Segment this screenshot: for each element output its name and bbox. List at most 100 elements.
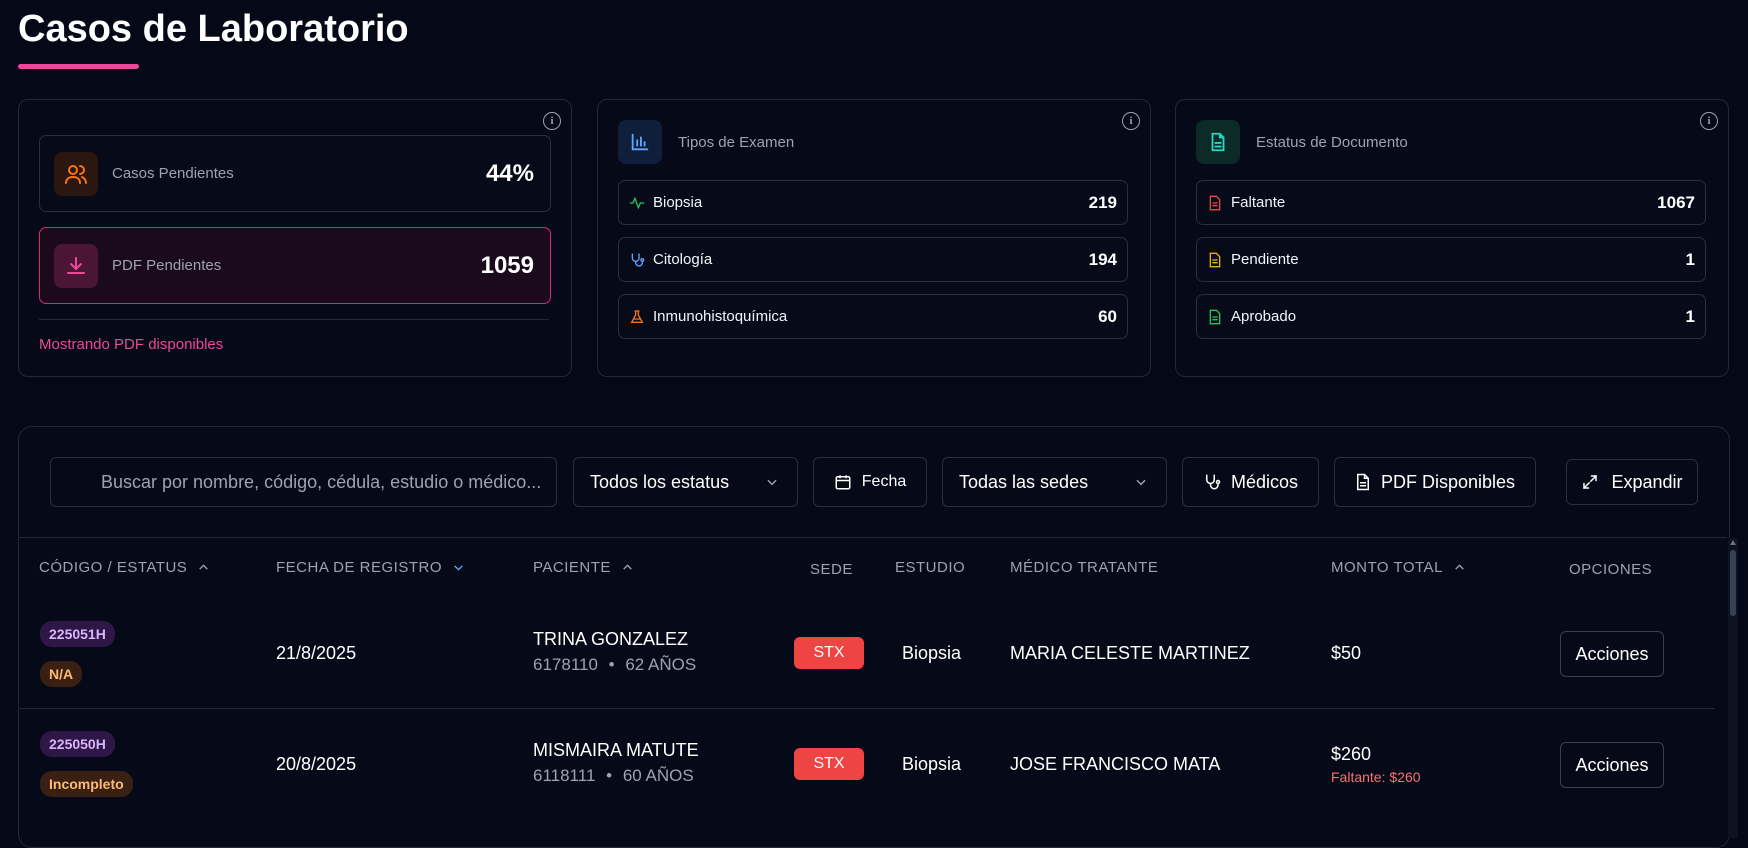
header-paciente[interactable]: PACIENTE	[533, 559, 634, 576]
exam-row-inmuno[interactable]: Inmunohistoquímica 60	[618, 294, 1128, 339]
divider	[39, 319, 549, 320]
table-top-divider	[19, 537, 1727, 538]
header-label: PACIENTE	[533, 559, 611, 576]
scroll-up-arrow[interactable]	[1730, 540, 1736, 545]
activity-icon	[629, 195, 645, 211]
row-label: Aprobado	[1231, 308, 1297, 325]
row-value: 60	[1098, 306, 1117, 326]
page-title: Casos de Laboratorio	[18, 8, 409, 50]
expand-button[interactable]: Expandir	[1566, 459, 1698, 505]
separator-dot: •	[608, 655, 615, 674]
pdf-disponibles-button[interactable]: PDF Disponibles	[1334, 457, 1536, 507]
doc-row-aprobado[interactable]: Aprobado 1	[1196, 294, 1706, 339]
chevron-down-icon	[1136, 479, 1146, 486]
stethoscope-icon	[629, 252, 645, 268]
date-filter-button[interactable]: Fecha	[813, 457, 927, 507]
row-label: Faltante	[1231, 194, 1286, 211]
patient-name: MISMAIRA MATUTE	[533, 740, 699, 760]
users-icon	[54, 151, 98, 196]
bar-chart-icon	[618, 120, 662, 164]
acciones-button[interactable]: Acciones	[1560, 742, 1664, 788]
stethoscope-icon	[1205, 474, 1221, 490]
faltante-amount: Faltante: $260	[1331, 769, 1421, 785]
row-value: 1067	[1657, 192, 1695, 212]
scroll-thumb[interactable]	[1730, 550, 1736, 616]
patient-age: 60 AÑOS	[622, 766, 694, 785]
table-row[interactable]	[19, 598, 1715, 708]
header-label: ESTUDIO	[895, 559, 966, 576]
patient-meta: 6178110 • 62 AÑOS	[533, 655, 696, 675]
row-value: 1	[1685, 306, 1695, 326]
row-label: Pendiente	[1231, 251, 1299, 268]
calendar-icon	[835, 475, 851, 490]
row-value: 219	[1088, 192, 1117, 212]
exam-types-card: i Tipos de Examen Biopsia 219 Citología …	[597, 99, 1151, 377]
fecha-cell: 21/8/2025	[276, 643, 357, 663]
info-icon[interactable]: i	[1700, 112, 1718, 130]
chevron-up-icon	[199, 564, 209, 570]
pdf-disponibles-label: PDF Disponibles	[1380, 471, 1516, 492]
patient-meta: 6118111 • 60 AÑOS	[533, 766, 694, 786]
pdf-note[interactable]: Mostrando PDF disponibles	[39, 336, 223, 353]
case-code-badge[interactable]: 225050H	[40, 731, 115, 757]
acciones-button[interactable]: Acciones	[1560, 631, 1664, 677]
medico-cell: JOSE FRANCISCO MATA	[1010, 754, 1221, 774]
doc-row-pendiente[interactable]: Pendiente 1	[1196, 237, 1706, 282]
info-icon[interactable]: i	[543, 112, 561, 130]
file-icon	[1207, 195, 1223, 211]
doc-row-faltante[interactable]: Faltante 1067	[1196, 180, 1706, 225]
card-title: Tipos de Examen	[678, 134, 795, 151]
date-filter-label: Fecha	[861, 473, 907, 490]
sede-badge: STX	[794, 748, 864, 780]
status-select[interactable]: Todos los estatus	[573, 457, 798, 507]
header-fecha[interactable]: FECHA DE REGISTRO	[276, 559, 465, 576]
row-label: Biopsia	[653, 194, 703, 211]
sede-select-value: Todas las sedes	[959, 471, 1089, 492]
document-icon	[1196, 120, 1240, 164]
medicos-button[interactable]: Médicos	[1182, 457, 1319, 507]
search-placeholder: Buscar por nombre, código, cédula, estud…	[101, 471, 542, 492]
chevron-up-icon	[623, 564, 632, 570]
sede-badge: STX	[794, 637, 864, 669]
case-status-badge: N/A	[40, 661, 83, 687]
header-medico: MÉDICO TRATANTE	[1010, 559, 1158, 576]
monto-cell: $260	[1331, 744, 1372, 764]
flask-icon	[629, 309, 645, 325]
exam-row-citologia[interactable]: Citología 194	[618, 237, 1128, 282]
header-sede: SEDE	[810, 561, 853, 578]
header-label: OPCIONES	[1569, 561, 1653, 578]
fecha-cell: 20/8/2025	[276, 754, 357, 774]
row-value: 194	[1088, 249, 1117, 269]
header-label: MÉDICO TRATANTE	[1010, 559, 1159, 576]
stat-casos-pendientes[interactable]: Casos Pendientes 44%	[39, 135, 551, 212]
header-codigo[interactable]: CÓDIGO / ESTATUS	[39, 559, 210, 576]
chevron-down-icon	[454, 565, 463, 571]
download-icon	[54, 243, 98, 288]
header-opciones: OPCIONES	[1569, 561, 1652, 578]
search-input[interactable]: Buscar por nombre, código, cédula, estud…	[50, 457, 557, 507]
row-label: Citología	[653, 251, 713, 268]
document-status-card: i Estatus de Documento Faltante 1067 Pen…	[1175, 99, 1729, 377]
stat-pdf-pendientes[interactable]: PDF Pendientes 1059	[39, 227, 551, 304]
medico-cell: MARIA CELESTE MARTINEZ	[1010, 643, 1250, 663]
patient-name: TRINA GONZALEZ	[533, 629, 689, 649]
expand-label: Expandir	[1611, 471, 1683, 492]
medicos-label: Médicos	[1230, 471, 1299, 492]
exam-row-biopsia[interactable]: Biopsia 219	[618, 180, 1128, 225]
expand-icon	[1583, 475, 1598, 489]
case-code-badge[interactable]: 225051H	[40, 621, 115, 647]
stat-label: PDF Pendientes	[112, 257, 222, 274]
header-monto[interactable]: MONTO TOTAL	[1331, 559, 1466, 576]
info-icon[interactable]: i	[1122, 112, 1140, 130]
separator-dot: •	[606, 766, 613, 785]
monto-cell: $50	[1331, 643, 1362, 663]
header-label: CÓDIGO / ESTATUS	[39, 559, 188, 576]
estudio-cell: Biopsia	[902, 754, 962, 774]
header-label: MONTO TOTAL	[1331, 559, 1443, 576]
patient-age: 62 AÑOS	[625, 655, 697, 674]
chevron-down-icon	[767, 479, 777, 486]
sede-select[interactable]: Todas las sedes	[942, 457, 1167, 507]
summary-card: i Casos Pendientes 44% PDF Pendientes 10…	[18, 99, 572, 377]
row-label: Inmunohistoquímica	[653, 308, 788, 325]
table-row[interactable]	[19, 709, 1715, 818]
